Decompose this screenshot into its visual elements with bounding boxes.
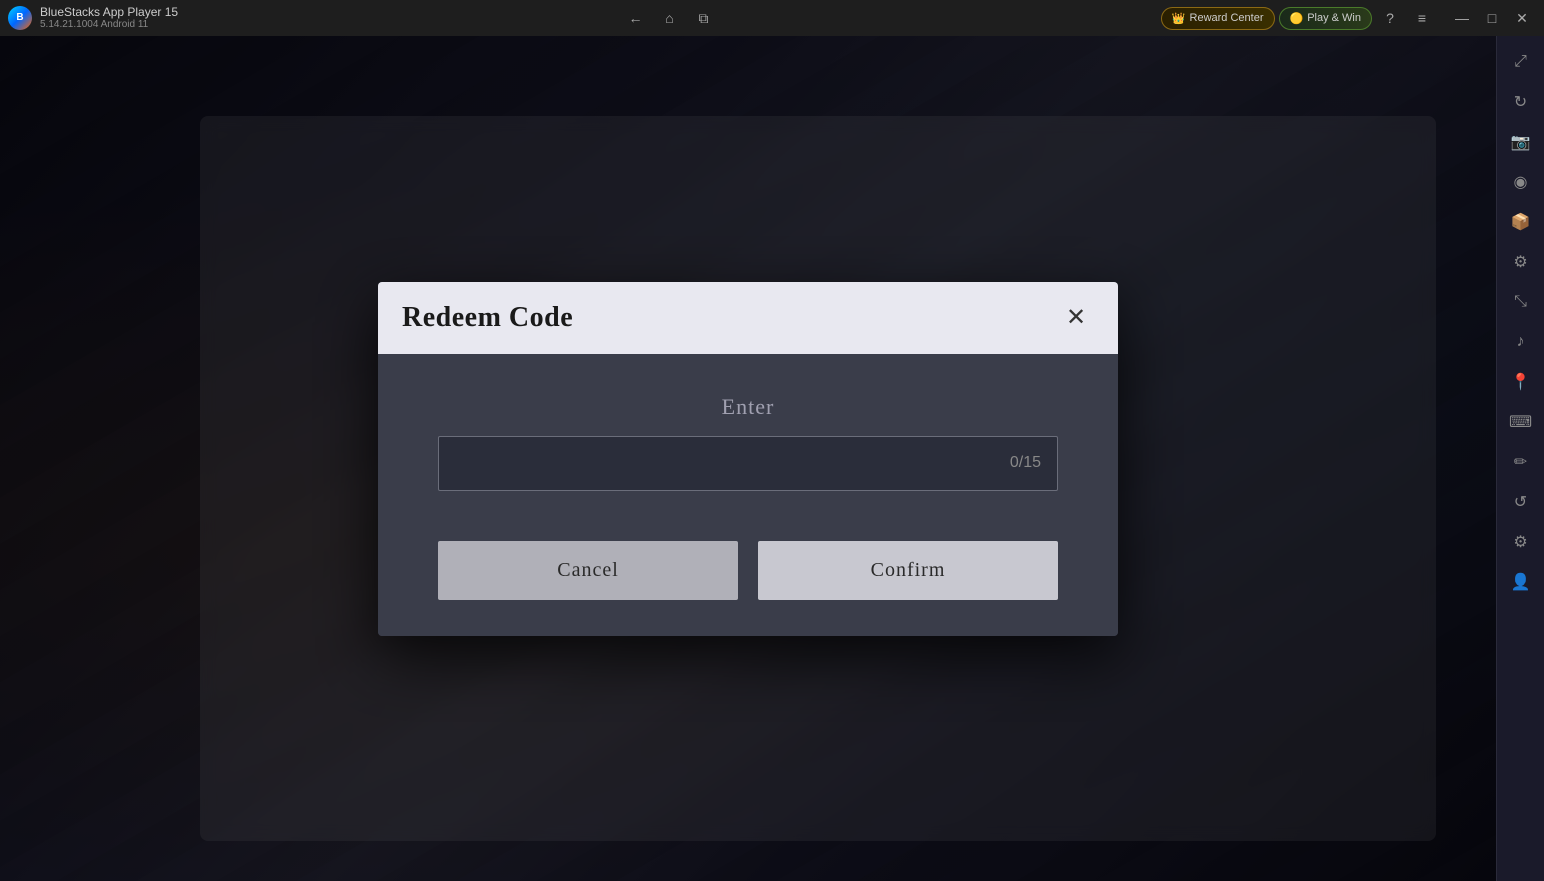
sidebar-account-icon[interactable]: 👤 (1503, 564, 1539, 600)
sidebar-camera-icon[interactable]: ◉ (1503, 164, 1539, 200)
app-name: BlueStacks App Player 15 (40, 5, 178, 19)
dialog-footer: Cancel Confirm (378, 521, 1118, 636)
bluestacks-logo: B (8, 6, 32, 30)
dialog-close-button[interactable]: ✕ (1058, 300, 1094, 336)
sidebar-screenshot-icon[interactable]: 📷 (1503, 124, 1539, 160)
sidebar-location-icon[interactable]: 📍 (1503, 364, 1539, 400)
maximize-button[interactable]: □ (1478, 4, 1506, 32)
home-button[interactable]: ⌂ (655, 4, 683, 32)
code-counter: 0/15 (1010, 454, 1041, 472)
main-content: Redeem Code ✕ Enter 0/15 Cancel Confirm (0, 36, 1496, 881)
sidebar-keyboard-icon[interactable]: ⌨ (1503, 404, 1539, 440)
help-button[interactable]: ? (1376, 4, 1404, 32)
play-win-label: Play & Win (1307, 12, 1361, 24)
sidebar-refresh-icon[interactable]: ↺ (1503, 484, 1539, 520)
reward-icon: 👑 (1172, 12, 1186, 25)
confirm-button[interactable]: Confirm (758, 541, 1058, 600)
cancel-button[interactable]: Cancel (438, 541, 738, 600)
sidebar-media-icon[interactable]: ♪ (1503, 324, 1539, 360)
titlebar: B BlueStacks App Player 15 5.14.21.1004 … (0, 0, 1544, 36)
minimize-button[interactable]: — (1448, 4, 1476, 32)
dialog-title: Redeem Code (402, 302, 573, 334)
close-button[interactable]: ✕ (1508, 4, 1536, 32)
enter-label: Enter (722, 394, 775, 420)
window-controls: — □ ✕ (1448, 4, 1536, 32)
playnwin-icon: 🟡 (1290, 12, 1304, 25)
redeem-code-dialog: Redeem Code ✕ Enter 0/15 Cancel Confirm (378, 282, 1118, 636)
reward-center-label: Reward Center (1190, 12, 1264, 24)
sidebar-brush-icon[interactable]: ✏ (1503, 444, 1539, 480)
titlebar-nav: ← ⌂ ⧉ (621, 4, 717, 32)
titlebar-right: 👑 Reward Center 🟡 Play & Win ? ≡ — □ ✕ (1161, 4, 1536, 32)
sidebar-expand-icon[interactable]: ⤢ (1503, 44, 1539, 80)
back-button[interactable]: ← (621, 4, 649, 32)
titlebar-left: B BlueStacks App Player 15 5.14.21.1004 … (8, 5, 178, 31)
sidebar-rotate-icon[interactable]: ↻ (1503, 84, 1539, 120)
sidebar-apk-icon[interactable]: 📦 (1503, 204, 1539, 240)
sidebar-gear-icon[interactable]: ⚙ (1503, 524, 1539, 560)
sidebar-settings-icon[interactable]: ⚙ (1503, 244, 1539, 280)
code-input-container: 0/15 (438, 436, 1058, 491)
copy-button[interactable]: ⧉ (689, 4, 717, 32)
reward-center-button[interactable]: 👑 Reward Center (1161, 7, 1275, 30)
play-win-button[interactable]: 🟡 Play & Win (1279, 7, 1373, 30)
menu-button[interactable]: ≡ (1408, 4, 1436, 32)
right-sidebar: ⤢ ↻ 📷 ◉ 📦 ⚙ ⤡ ♪ 📍 ⌨ ✏ ↺ ⚙ 👤 (1496, 36, 1544, 881)
sidebar-zoom-icon[interactable]: ⤡ (1503, 284, 1539, 320)
dialog-header: Redeem Code ✕ (378, 282, 1118, 354)
app-version: 5.14.21.1004 Android 11 (40, 19, 178, 31)
dialog-body: Enter 0/15 (378, 354, 1118, 521)
code-input[interactable] (439, 437, 1057, 490)
